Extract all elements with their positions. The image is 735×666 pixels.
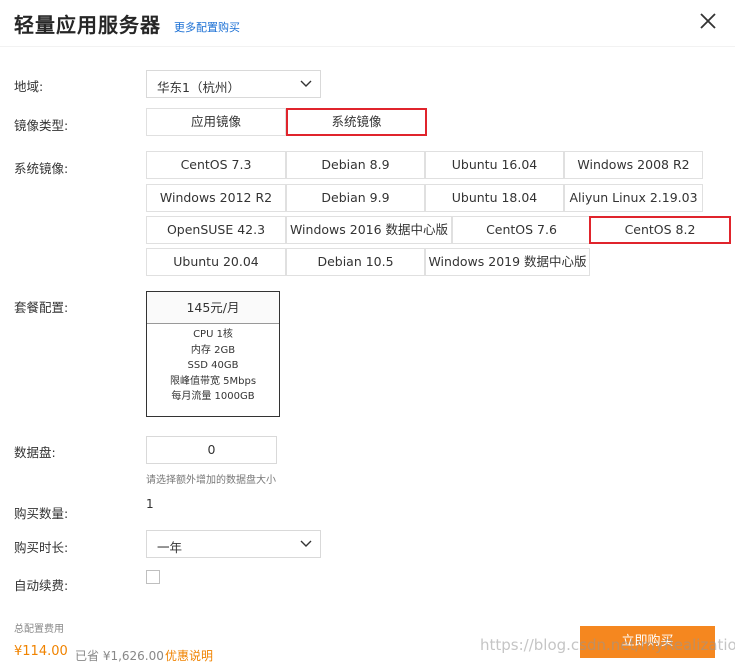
os-option[interactable]: OpenSUSE 42.3 [146, 216, 286, 244]
plan-spec-traffic: 每月流量 1000GB [171, 391, 255, 402]
os-option[interactable]: Windows 2019 数据中心版 [425, 248, 590, 276]
auto-renew-label: 自动续费: [14, 578, 69, 593]
buy-now-button[interactable]: 立即购买 [580, 626, 715, 658]
os-option[interactable]: Ubuntu 16.04 [425, 151, 564, 179]
image-type-system[interactable]: 系统镜像 [286, 108, 427, 136]
data-disk-hint: 请选择额外增加的数据盘大小 [146, 475, 276, 486]
duration-label: 购买时长: [14, 540, 69, 555]
plan-spec-ssd: SSD 40GB [187, 360, 239, 371]
plan-specs: CPU 1核 内存 2GB SSD 40GB 限峰值带宽 5Mbps 每月流量 … [147, 324, 279, 405]
duration-select[interactable]: 一年 [146, 530, 321, 558]
os-option[interactable]: Ubuntu 20.04 [146, 248, 286, 276]
saved-amount: 已省 ¥1,626.00 [75, 649, 164, 663]
quantity-label: 购买数量: [14, 506, 69, 521]
os-option[interactable]: CentOS 7.6 [452, 216, 591, 244]
duration-value: 一年 [157, 540, 183, 555]
chevron-down-icon [300, 80, 312, 87]
plan-spec-memory: 内存 2GB [190, 344, 236, 356]
os-option[interactable]: Aliyun Linux 2.19.03 [564, 184, 703, 212]
header-divider [0, 46, 735, 47]
os-option[interactable]: Debian 9.9 [286, 184, 425, 212]
system-image-label: 系统镜像: [14, 161, 69, 176]
total-price: ¥114.00 [14, 644, 68, 659]
quantity-value: 1 [146, 497, 154, 511]
data-disk-label: 数据盘: [14, 445, 56, 460]
total-cost-label: 总配置费用 [14, 624, 64, 635]
os-option[interactable]: Debian 8.9 [286, 151, 425, 179]
auto-renew-checkbox[interactable] [146, 570, 160, 584]
plan-label: 套餐配置: [14, 300, 69, 315]
os-option[interactable]: Windows 2012 R2 [146, 184, 286, 212]
os-option[interactable]: Windows 2008 R2 [564, 151, 703, 179]
image-type-label: 镜像类型: [14, 118, 69, 133]
close-icon[interactable] [696, 9, 720, 33]
os-option[interactable]: CentOS 7.3 [146, 151, 286, 179]
chevron-down-icon [300, 540, 312, 547]
more-config-link[interactable]: 更多配置购买 [174, 19, 240, 35]
data-disk-input[interactable]: 0 [146, 436, 277, 464]
region-label: 地域: [14, 79, 44, 94]
plan-spec-bandwidth: 限峰值带宽 5Mbps [169, 375, 257, 387]
os-option[interactable]: Debian 10.5 [286, 248, 425, 276]
dialog-header: 轻量应用服务器 更多配置购买 [0, 0, 735, 46]
os-option[interactable]: Ubuntu 18.04 [425, 184, 564, 212]
region-select[interactable]: 华东1（杭州） [146, 70, 321, 98]
region-value: 华东1（杭州） [157, 80, 240, 95]
promo-link[interactable]: 优惠说明 [165, 647, 213, 664]
plan-spec-cpu: CPU 1核 [193, 329, 233, 340]
dialog-title: 轻量应用服务器 [14, 13, 161, 37]
plan-price: 145元/月 [147, 292, 279, 324]
os-option-selected[interactable]: CentOS 8.2 [589, 216, 731, 244]
os-option[interactable]: Windows 2016 数据中心版 [286, 216, 452, 244]
plan-card[interactable]: 145元/月 CPU 1核 内存 2GB SSD 40GB 限峰值带宽 5Mbp… [146, 291, 280, 417]
image-type-app[interactable]: 应用镜像 [146, 108, 286, 136]
